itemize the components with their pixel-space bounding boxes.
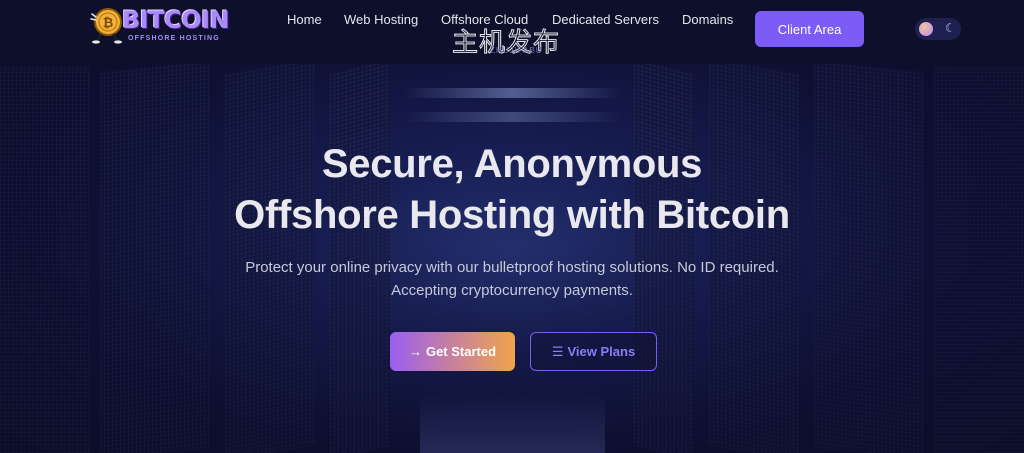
hero-title-line1: Secure, Anonymous xyxy=(321,142,703,186)
list-icon: ☰ xyxy=(551,343,564,359)
get-started-label: Get Started xyxy=(425,344,497,359)
brand-subtitle: OFFSHORE HOSTING xyxy=(128,35,220,42)
watermark-subtext: ZHUJIFABU xyxy=(490,46,543,55)
bitcoin-mascot-icon: ₿ xyxy=(90,8,122,44)
theme-toggle[interactable]: ☾ xyxy=(915,18,961,40)
moon-icon: ☾ xyxy=(945,21,956,35)
hero-subtitle-line1: Protect your online privacy with our bul… xyxy=(245,259,779,276)
watermark-logo: 主机发布 ZHUJIFABU xyxy=(451,22,572,59)
toggle-knob xyxy=(919,22,933,36)
nav-domains[interactable]: Domains xyxy=(682,12,733,27)
hero-subtitle-line2: Accepting cryptocurrency payments. xyxy=(391,282,633,299)
hero-title-line2: Offshore Hosting with Bitcoin xyxy=(234,193,790,237)
view-plans-label: View Plans xyxy=(567,344,636,359)
brand-logo[interactable]: ₿ BITCOIN OFFSHORE HOSTING xyxy=(86,4,236,46)
get-started-button[interactable]: → Get Started xyxy=(390,332,515,371)
site-header: ₿ BITCOIN OFFSHORE HOSTING Home Web Host… xyxy=(0,0,1024,64)
brand-title: BITCOIN xyxy=(122,6,230,34)
svg-text:₿: ₿ xyxy=(103,16,114,31)
nav-web-hosting[interactable]: Web Hosting xyxy=(344,12,418,27)
client-area-button[interactable]: Client Area xyxy=(755,11,864,47)
nav-home[interactable]: Home xyxy=(287,12,322,27)
arrow-right-icon: → xyxy=(408,344,422,359)
view-plans-button[interactable]: ☰ View Plans xyxy=(530,332,657,371)
